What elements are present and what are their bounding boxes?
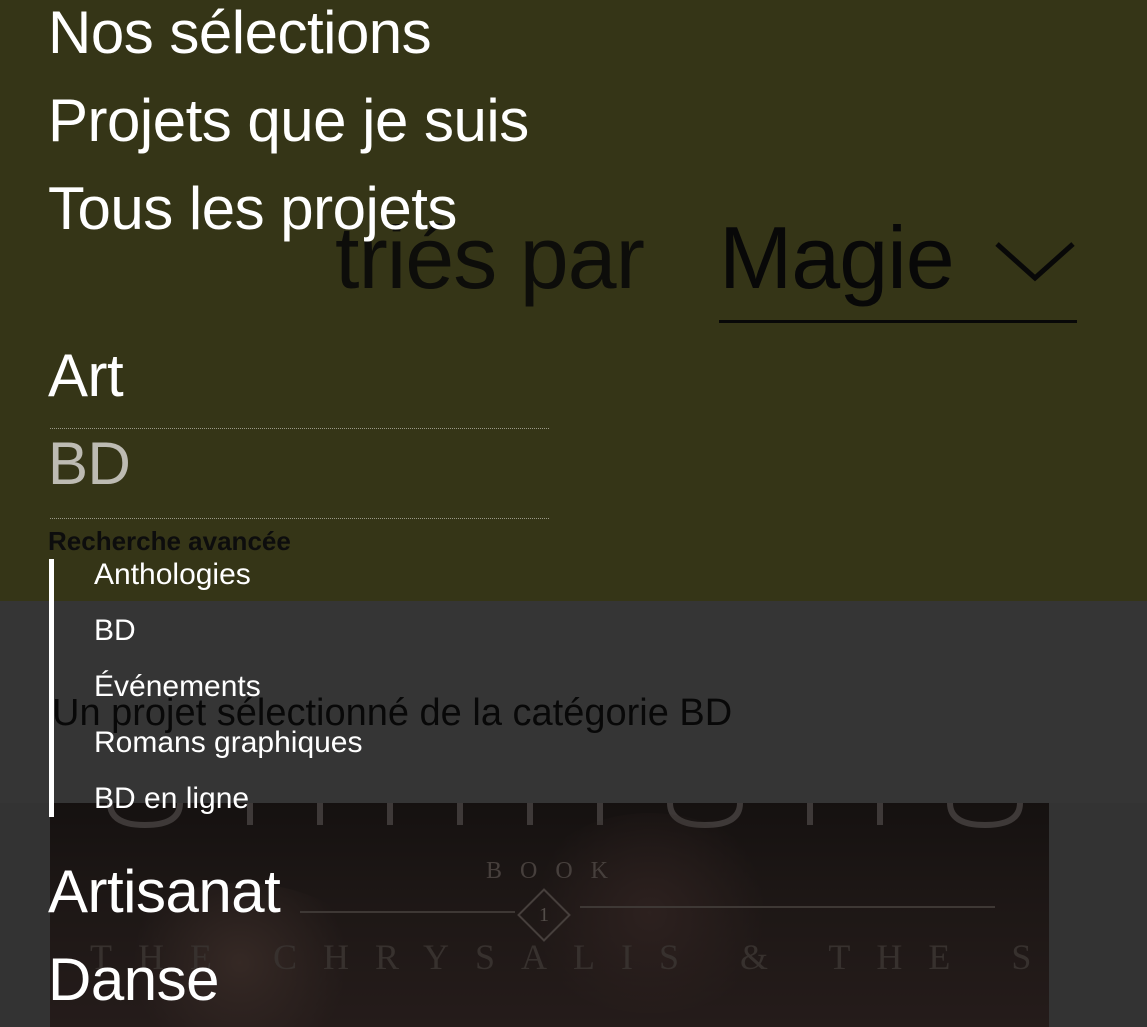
subcategory-bd[interactable]: BD	[94, 613, 136, 649]
menu-link-projets-suivis[interactable]: Projets que je suis	[48, 86, 529, 156]
subcategory-evenements[interactable]: Événements	[94, 669, 261, 705]
menu-category-art[interactable]: Art	[48, 341, 124, 411]
menu-category-danse[interactable]: Danse	[48, 945, 219, 1015]
category-menu: Nos sélections Projets que je suis Tous …	[0, 0, 1147, 1027]
menu-category-bd[interactable]: BD	[48, 429, 131, 499]
subcategory-indicator-bar	[49, 559, 54, 817]
menu-category-artisanat[interactable]: Artisanat	[48, 857, 281, 927]
menu-link-nos-selections[interactable]: Nos sélections	[48, 0, 432, 68]
advanced-search-link[interactable]: Recherche avancée	[48, 526, 291, 556]
menu-link-tous-les-projets[interactable]: Tous les projets	[48, 174, 457, 244]
subcategory-bd-en-ligne[interactable]: BD en ligne	[94, 781, 249, 817]
subcategory-anthologies[interactable]: Anthologies	[94, 557, 251, 593]
subcategory-romans-graphiques[interactable]: Romans graphiques	[94, 725, 363, 761]
menu-divider	[50, 518, 549, 519]
